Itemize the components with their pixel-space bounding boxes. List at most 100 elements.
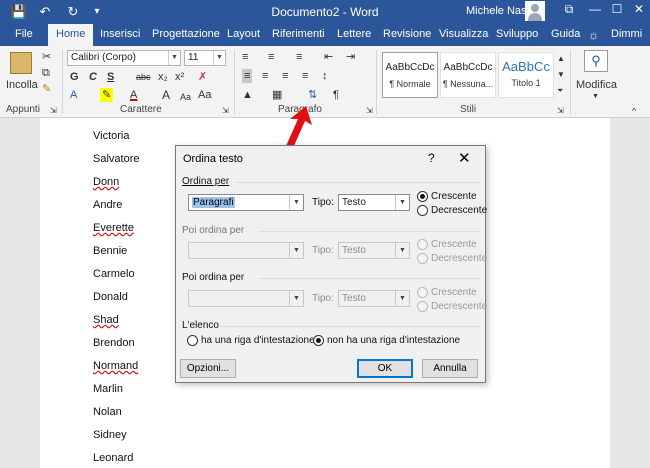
highlight-color-icon[interactable]: ✎ — [100, 88, 114, 102]
collapse-ribbon-icon[interactable]: ^ — [632, 104, 636, 118]
tab-developer[interactable]: Sviluppo — [496, 28, 538, 40]
bullets-icon[interactable]: ≡ — [242, 50, 248, 64]
align-left-icon[interactable]: ≡ — [242, 69, 253, 83]
font-size-select[interactable]: 11 ▼ — [184, 50, 226, 66]
tab-help[interactable]: Guida — [551, 28, 580, 40]
font-color-button[interactable]: A — [130, 88, 137, 102]
close-icon[interactable]: ✕ — [458, 149, 471, 167]
tab-file[interactable]: File — [15, 28, 33, 40]
justify-icon[interactable]: ≡ — [302, 69, 308, 83]
clipboard-icon[interactable] — [10, 52, 32, 74]
then-by-type-select-2[interactable]: Testo ▼ — [338, 290, 410, 307]
header-row-no-radio[interactable] — [313, 335, 324, 346]
subscript-button[interactable]: x₂ — [158, 70, 168, 84]
numbering-icon[interactable]: ≡ — [268, 50, 274, 64]
close-icon[interactable]: ✕ — [628, 2, 650, 16]
format-painter-icon[interactable]: ✎ — [42, 82, 51, 96]
descending-label[interactable]: Decrescente — [431, 205, 487, 216]
help-icon[interactable]: ? — [428, 151, 435, 165]
underline-button[interactable]: S — [107, 70, 114, 84]
avatar[interactable] — [525, 1, 545, 21]
then-by-ascending-radio-1[interactable] — [417, 239, 428, 250]
styles-launcher-icon[interactable]: ⇲ — [557, 104, 564, 118]
list-item: Sidney — [93, 429, 127, 441]
header-row-yes-radio[interactable] — [187, 335, 198, 346]
tab-insert[interactable]: Inserisci — [100, 28, 140, 40]
then-by-type-select-1[interactable]: Testo ▼ — [338, 242, 410, 259]
strikethrough-button[interactable]: abc — [136, 70, 151, 84]
then-by-label-1: Poi ordina per — [182, 225, 245, 236]
ribbon: Incolla ✂ ⧉ ✎ Appunti ⇲ Calibri (Corpo) ▼… — [0, 46, 650, 118]
align-center-icon[interactable]: ≡ — [262, 69, 268, 83]
cancel-button[interactable]: Annulla — [422, 359, 478, 378]
font-launcher-icon[interactable]: ⇲ — [222, 104, 229, 118]
list-item: Andre — [93, 199, 123, 211]
then-by-descending-radio-1[interactable] — [417, 253, 428, 264]
line-spacing-icon[interactable]: ↕ — [322, 69, 328, 83]
shading-icon[interactable]: ▲ — [242, 88, 253, 102]
sort-type-select[interactable]: Testo ▼ — [338, 194, 410, 211]
paragraph-launcher-icon[interactable]: ⇲ — [366, 104, 373, 118]
then-by-select-2[interactable]: ▼ — [188, 290, 304, 307]
tab-view[interactable]: Visualizza — [439, 28, 488, 40]
list-item: Donn — [93, 176, 120, 188]
group-divider — [376, 50, 377, 114]
ascending-radio[interactable] — [417, 191, 428, 202]
tab-tell-me[interactable]: Dimmi — [611, 28, 642, 40]
text-effects-button[interactable]: A — [70, 88, 77, 102]
styles-more-icon[interactable]: ⏷ — [557, 84, 563, 98]
grow-font-button[interactable]: A — [162, 88, 170, 102]
italic-button[interactable]: C — [89, 70, 97, 84]
then-by-select-1[interactable]: ▼ — [188, 242, 304, 259]
style-no-spacing[interactable]: AaBbCcDc ¶ Nessuna... — [440, 52, 496, 98]
clear-formatting-icon[interactable]: ✗ — [198, 70, 207, 84]
options-button[interactable]: Opzioni... — [180, 359, 236, 378]
sort-icon[interactable]: ⇅ — [308, 88, 317, 102]
minimize-icon[interactable]: — — [584, 2, 606, 16]
list-item: Carmelo — [93, 268, 135, 280]
tab-design[interactable]: Progettazione — [152, 28, 220, 40]
then-by-ascending-radio-2[interactable] — [417, 287, 428, 298]
show-formatting-icon[interactable]: ¶ — [333, 88, 339, 102]
sort-text-dialog: Ordina testo ? ✕ Ordina per Paragrafi ▼ T… — [175, 145, 488, 383]
styles-scroll-down-icon[interactable]: ▼ — [557, 68, 565, 82]
clipboard-launcher-icon[interactable]: ⇲ — [50, 104, 57, 118]
tab-layout[interactable]: Layout — [227, 28, 260, 40]
descending-radio[interactable] — [417, 205, 428, 216]
then-by-descending-label-2: Decrescente — [431, 301, 488, 312]
ok-button[interactable]: OK — [357, 359, 413, 378]
chevron-down-icon[interactable]: ▼ — [592, 90, 599, 104]
tab-review[interactable]: Revisione — [383, 28, 431, 40]
styles-scroll-up-icon[interactable]: ▲ — [557, 52, 565, 66]
paste-button[interactable]: Incolla — [6, 78, 38, 92]
align-right-icon[interactable]: ≡ — [282, 69, 288, 83]
ribbon-display-icon[interactable]: ⧉ — [558, 2, 580, 17]
multilevel-list-icon[interactable]: ≡ — [296, 50, 302, 64]
header-row-no-label[interactable]: non ha una riga d'intestazione — [327, 335, 460, 346]
list-item: Marlin — [93, 383, 123, 395]
superscript-button[interactable]: x² — [175, 70, 184, 84]
cut-icon[interactable]: ✂ — [42, 50, 51, 64]
sort-by-select[interactable]: Paragrafi ▼ — [188, 194, 304, 211]
borders-icon[interactable]: ▦ — [272, 88, 282, 102]
style-normal[interactable]: AaBbCcDc ¶ Normale — [382, 52, 438, 98]
change-case-button[interactable]: Aa — [198, 88, 211, 102]
lightbulb-icon[interactable]: ☼ — [588, 28, 599, 42]
maximize-icon[interactable]: ☐ — [606, 2, 628, 16]
search-icon[interactable]: ⚲ — [584, 50, 608, 72]
style-heading-1[interactable]: AaBbCc Titolo 1 — [498, 52, 554, 98]
increase-indent-icon[interactable]: ⇥ — [346, 50, 355, 64]
header-row-yes-label[interactable]: ha una riga d'intestazione — [201, 335, 315, 346]
font-name-select[interactable]: Calibri (Corpo) ▼ — [67, 50, 181, 66]
user-name[interactable]: Michele Nasi — [466, 5, 529, 17]
decrease-indent-icon[interactable]: ⇤ — [324, 50, 333, 64]
font-group-label: Carattere — [120, 104, 162, 115]
copy-icon[interactable]: ⧉ — [42, 66, 50, 80]
bold-button[interactable]: G — [70, 70, 79, 84]
tab-mailings[interactable]: Lettere — [337, 28, 371, 40]
tab-references[interactable]: Riferimenti — [272, 28, 325, 40]
then-by-descending-radio-2[interactable] — [417, 301, 428, 312]
tab-home[interactable]: Home — [48, 24, 94, 46]
ascending-label[interactable]: Crescente — [431, 191, 477, 202]
list-label: L'elenco — [182, 320, 219, 331]
